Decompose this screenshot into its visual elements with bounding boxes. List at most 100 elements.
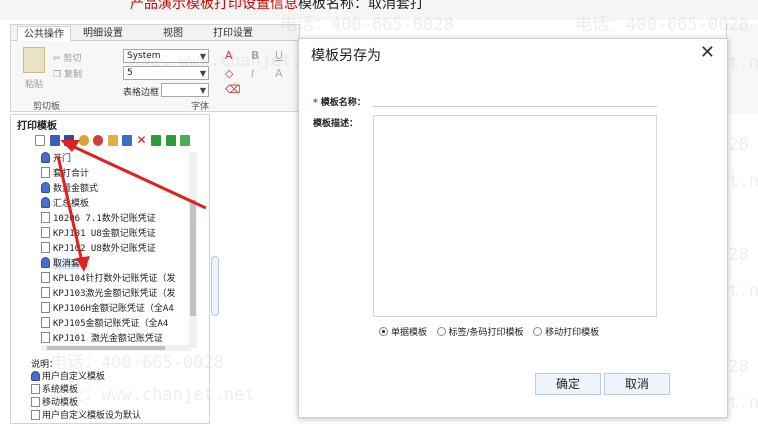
tree-item[interactable]: 10206 7.1数外记账凭证 [41,212,201,227]
tree-item[interactable]: 开门 [41,152,201,167]
ribbon-tabs: 公共操作 明细设置 视图 打印设置 [11,25,299,41]
tree-item-label: KPJ101 激光金额记账凭证 [53,334,163,344]
horizontal-scrollbar[interactable] [41,345,191,351]
export-icon[interactable] [165,135,176,146]
table-border-label: 表格边框 [123,88,160,98]
document-icon [31,410,40,420]
document-icon [41,167,50,178]
tree-item[interactable]: KPJ101 U8金额记账凭证 [41,227,201,242]
vertical-scrollbar[interactable] [189,152,197,348]
legend-item: 系统模板 [31,384,141,397]
print-template-panel: 打印模板 ✕ 开门 套打合计 数量金额式 汇总模板 10206 7.1数外记账凭证 KPJ… [10,114,210,424]
tree-item[interactable]: KPJ103激光金额记账凭证（发 [41,287,201,302]
panel-title: 打印模板 [17,121,57,132]
splitter-handle[interactable] [211,256,219,316]
user-icon[interactable] [78,135,89,146]
cut-button[interactable]: ✂ 剪切 [53,51,81,64]
delete-user-icon[interactable] [93,135,103,146]
tree-item-label: 数量金额式 [53,184,99,194]
close-icon[interactable]: ✕ [700,42,715,63]
confirm-button[interactable]: 确定 [535,373,601,395]
cancel-button[interactable]: 取消 [604,373,670,395]
tree-item-label: 取消套打 [53,259,90,269]
user-template-icon [31,371,40,381]
document-icon [41,302,50,313]
tree-item[interactable]: 数量金额式 [41,182,201,197]
save-as-dialog: 模板另存为 ✕ * 模板名称： 模板描述： 单据模板 标签/条码打印模板 移动打印… [298,38,728,418]
radio-document-template[interactable]: 单据模板 [379,325,427,338]
user-template-icon [41,152,50,163]
bold-icon[interactable]: B [251,49,259,62]
template-type-group: 单据模板 标签/条码打印模板 移动打印模板 [379,325,605,338]
edit-icon[interactable] [107,135,118,146]
tree-item[interactable]: KPJ106H金额记账凭证（全A4 [41,302,201,317]
tab-common[interactable]: 公共操作 [17,26,71,41]
tree-item-label: 套打合计 [53,169,90,179]
font-name-value: System [127,51,161,61]
font-size-select[interactable]: 5 ▼ [123,66,209,80]
underline-icon[interactable]: U [275,49,283,62]
scroll-thumb[interactable] [190,200,196,316]
delete-icon[interactable]: ✕ [137,134,147,146]
font-size-value: 5 [127,68,133,78]
template-toolbar: ✕ [35,134,191,149]
tree-item[interactable]: KPJ105金额记账凭证（全A4 [41,317,201,332]
copy-label: 复制 [63,70,82,80]
tab-detail[interactable]: 明细设置 [77,26,129,41]
scroll-thumb[interactable] [47,346,165,350]
radio-label: 移动打印模板 [545,328,600,338]
save-as-icon[interactable] [64,135,74,146]
tree-item-label: 汇总模板 [53,199,90,209]
format-icon[interactable]: A [275,67,283,80]
legend-item: 用户自定义模板 [31,371,141,384]
banner-highlight: 打印设置信息 [214,0,298,12]
font-color-icon[interactable]: A [225,49,233,62]
document-icon [41,242,50,253]
user-template-icon [41,182,50,193]
tree-item[interactable]: KPL104针打数外记账凭证（发 [41,272,201,287]
eraser-icon[interactable]: ⌫ [225,83,241,96]
chevron-down-icon: ▼ [199,52,206,61]
italic-icon[interactable]: I [251,67,254,80]
radio-label: 标签/条码打印模板 [448,328,524,338]
template-desc-input[interactable] [373,115,657,317]
template-desc-label: 模板描述： [313,119,359,129]
document-icon [41,272,50,283]
document-icon [41,317,50,328]
properties-icon[interactable] [122,135,132,146]
radio-label-template[interactable]: 标签/条码打印模板 [436,325,524,338]
tab-print[interactable]: 打印设置 [207,26,259,41]
copy-button[interactable]: ❐ 复制 [53,67,82,80]
check-icon[interactable] [180,135,190,146]
ribbon: 公共操作 明细设置 视图 打印设置 粘贴 ✂ 剪切 ❐ 复制 剪切板 Syste… [10,24,300,112]
clipboard-group-label: 剪切板 [33,102,61,112]
tree-item[interactable]: 套打合计 [41,167,201,182]
tree-item-label: 开门 [53,154,72,164]
radio-label: 单据模板 [391,328,428,338]
tree-item[interactable]: KPJ102 U8数外记账凭证 [41,242,201,257]
template-name-input[interactable] [373,93,657,107]
tab-view[interactable]: 视图 [157,26,189,41]
top-banner: 产品演示模板打印设置信息模板名称：取消套打 [0,0,758,20]
chevron-down-icon: ▼ [199,69,206,78]
tree-item[interactable]: 汇总模板 [41,197,201,212]
fill-color-icon[interactable]: ◇ [225,67,233,80]
legend-label: 系统模板 [42,385,79,395]
document-icon [41,227,50,238]
tree-item-label: KPJ106H金额记账凭证（全A4 [53,304,174,314]
radio-mobile-template[interactable]: 移动打印模板 [533,325,599,338]
document-icon [31,397,40,407]
import-icon[interactable] [151,135,161,146]
paste-button[interactable]: 粘贴 [19,47,49,95]
font-name-select[interactable]: System ▼ [123,49,209,63]
tree-item[interactable]: 取消套打 [41,257,201,272]
radio-icon [379,327,388,336]
radio-icon [436,327,446,336]
tree-item-label: KPJ102 U8数外记账凭证 [53,244,156,254]
user-template-icon [41,257,50,268]
legend-title: 说明： [31,360,59,370]
table-border-select[interactable]: ▼ [161,83,209,97]
new-icon[interactable] [35,135,45,146]
save-icon[interactable] [49,135,60,146]
chevron-down-icon: ▼ [199,86,206,95]
